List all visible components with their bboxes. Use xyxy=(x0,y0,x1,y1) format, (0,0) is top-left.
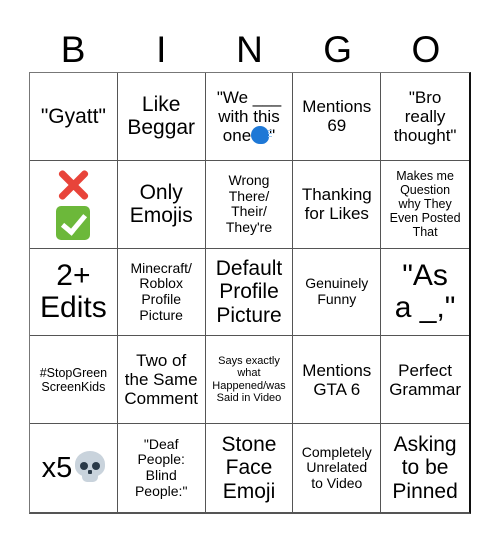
cell-label: Perfect Grammar xyxy=(389,360,461,399)
bingo-cell[interactable]: Minecraft/ Roblox Profile Picture xyxy=(117,248,206,337)
bingo-cell[interactable]: Completely Unrelated to Video xyxy=(293,424,382,512)
cell-label: Thanking for Likes xyxy=(301,185,372,224)
cell-label: "Bro really thought" xyxy=(393,87,457,145)
bingo-cell[interactable]: "We ___ with this one " xyxy=(205,73,294,161)
cell-label: Mentions GTA 6 xyxy=(302,360,372,399)
bingo-cell[interactable]: #StopGreen ScreenKids xyxy=(30,336,118,425)
speaking-head-icon xyxy=(251,125,273,144)
cell-label: Makes me Question why They Even Posted T… xyxy=(389,169,461,240)
bingo-cell[interactable]: Wrong There/ Their/ They're xyxy=(205,160,294,249)
bingo-cell[interactable]: Says exactly what Happened/was Said in V… xyxy=(205,336,294,425)
cell-label: Like Beggar xyxy=(127,92,196,140)
cell-label: "Gyatt" xyxy=(40,104,106,128)
check-mark-button-icon xyxy=(56,206,91,241)
bingo-cell[interactable]: Asking to be Pinned xyxy=(381,424,469,512)
cell-label: Asking to be Pinned xyxy=(392,432,458,503)
cell-label-part: " xyxy=(269,125,276,145)
bingo-cell[interactable]: Genuinely Funny xyxy=(293,248,382,337)
cell-emoji-group xyxy=(56,168,91,241)
bingo-cell[interactable]: Thanking for Likes xyxy=(293,160,382,249)
cell-label: "We ___ with this one " xyxy=(217,88,281,145)
cell-label: Genuinely Funny xyxy=(305,275,369,307)
cell-label: Wrong There/ Their/ They're xyxy=(225,171,273,235)
bingo-board: "Gyatt" Like Beggar "We ___ with this on… xyxy=(29,72,471,514)
bingo-cell[interactable]: Makes me Question why They Even Posted T… xyxy=(381,161,469,249)
bingo-cell[interactable]: x5 xyxy=(30,424,118,512)
cell-label: Mentions 69 xyxy=(302,97,372,136)
bingo-cell[interactable]: Default Profile Picture xyxy=(205,248,294,337)
cell-label: "Deaf People: Blind People:" xyxy=(134,435,188,499)
bingo-cell[interactable]: Mentions 69 xyxy=(293,73,382,161)
bingo-cell[interactable]: "Gyatt" xyxy=(30,73,118,161)
bingo-cell[interactable]: Only Emojis xyxy=(117,160,206,249)
cell-label: 2+ Edits xyxy=(40,259,107,324)
cell-label: Completely Unrelated to Video xyxy=(301,443,372,491)
header-letter-i: I xyxy=(156,29,167,70)
header-letter-b: B xyxy=(60,29,86,70)
bingo-cell[interactable]: Two of the Same Comment xyxy=(117,336,206,425)
bingo-cell[interactable]: 2+ Edits xyxy=(30,248,118,337)
bingo-cell[interactable]: Stone Face Emoji xyxy=(206,424,294,512)
bingo-cell[interactable]: "Deaf People: Blind People:" xyxy=(118,424,206,512)
bingo-cell[interactable]: Perfect Grammar xyxy=(381,336,469,425)
header-letter-o: O xyxy=(411,29,441,70)
bingo-cell[interactable] xyxy=(30,160,118,249)
cell-label: x5 xyxy=(42,451,106,484)
cell-label: Says exactly what Happened/was Said in V… xyxy=(212,355,286,405)
cell-label-part: x5 xyxy=(41,452,73,485)
header-letter-g: G xyxy=(323,29,353,70)
cell-label: Stone Face Emoji xyxy=(221,432,277,503)
cell-label: Two of the Same Comment xyxy=(124,351,199,409)
cell-label: Default Profile Picture xyxy=(215,256,283,327)
cell-label: Only Emojis xyxy=(129,180,193,228)
bingo-cell[interactable]: "As a _," xyxy=(381,249,469,337)
header-letter-n: N xyxy=(236,29,263,70)
cross-mark-icon xyxy=(56,168,90,202)
cell-label: #StopGreen ScreenKids xyxy=(39,365,108,394)
bingo-cell[interactable]: "Bro really thought" xyxy=(381,73,469,161)
bingo-cell[interactable]: Like Beggar xyxy=(117,73,206,161)
bingo-header: B I N G O xyxy=(29,27,470,72)
bingo-cell[interactable]: Mentions GTA 6 xyxy=(293,336,382,425)
cell-label: Minecraft/ Roblox Profile Picture xyxy=(130,259,192,323)
skull-icon xyxy=(75,451,106,483)
cell-label: "As a _," xyxy=(394,259,456,324)
